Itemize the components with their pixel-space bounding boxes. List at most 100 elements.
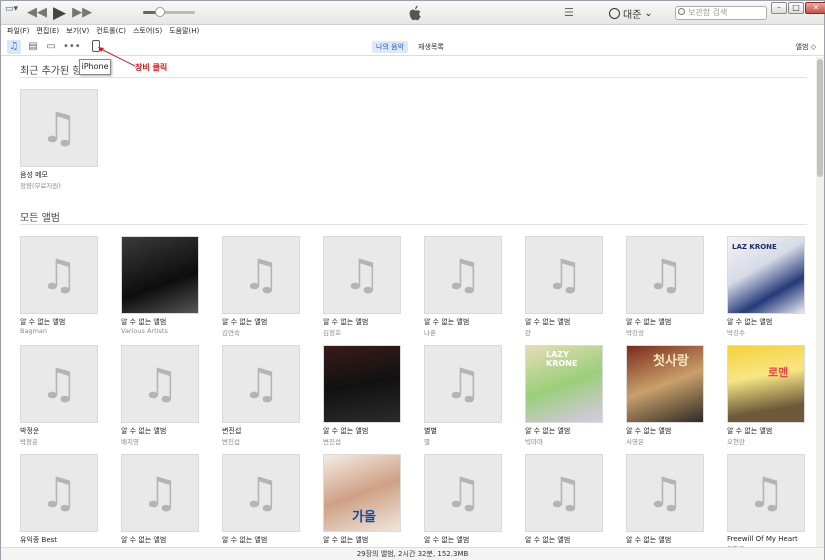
album-artist: 박강성 bbox=[626, 329, 644, 337]
placeholder-artwork[interactable]: ♫ bbox=[727, 454, 805, 532]
album-item[interactable]: ♫ 알 수 없는 앨범배치영 bbox=[121, 345, 199, 446]
album-title: 음성 메모 bbox=[20, 171, 48, 179]
album-item[interactable]: 알 수 없는 앨범 변진섭 bbox=[323, 345, 401, 446]
music-note-icon: ♫ bbox=[242, 359, 280, 408]
album-item[interactable]: ♫ 박정운 박정운 bbox=[20, 345, 98, 446]
album-title: 알 수 없는 앨범 bbox=[323, 427, 369, 435]
album-title: 알 수 없는 앨범 bbox=[323, 318, 369, 326]
album-artist: 김연숙 bbox=[222, 329, 240, 337]
placeholder-artwork[interactable]: ♫ bbox=[424, 236, 502, 314]
music-note-icon: ♫ bbox=[545, 468, 583, 517]
music-note-icon: ♫ bbox=[141, 359, 179, 408]
album-title: 알 수 없는 앨범 bbox=[626, 427, 672, 435]
album-artwork[interactable] bbox=[323, 345, 401, 423]
album-artwork[interactable]: 가을 bbox=[323, 454, 401, 532]
album-item[interactable]: LAZY KRONE 알 수 없는 앨범 빅마마 bbox=[525, 345, 603, 446]
album-item[interactable]: ♫ 알 수 없는 앨범 Bagman bbox=[20, 236, 98, 335]
album-item[interactable]: ♫알 수 없는 앨범유심초 bbox=[222, 454, 300, 547]
placeholder-artwork[interactable]: ♫ bbox=[626, 236, 704, 314]
album-artist: 김정호 bbox=[323, 329, 341, 337]
artwork-text: 가을 bbox=[352, 510, 376, 525]
album-item[interactable]: ♫ 알 수 없는 앨범김연숙 bbox=[222, 236, 300, 337]
album-artist: 변진섭 bbox=[222, 438, 240, 446]
album-artwork[interactable]: 첫사랑 bbox=[626, 345, 704, 423]
album-item[interactable]: ♫알 수 없는 앨범이은미 bbox=[424, 454, 502, 547]
album-title: 유익종 Best bbox=[20, 536, 58, 544]
placeholder-artwork[interactable]: ♫ bbox=[626, 454, 704, 532]
album-title: 알 수 없는 앨범 bbox=[222, 536, 268, 544]
music-note-icon: ♫ bbox=[646, 250, 684, 299]
placeholder-artwork[interactable]: ♫ bbox=[20, 345, 98, 423]
music-note-icon: ♫ bbox=[444, 359, 482, 408]
album-item[interactable]: ♫유익종 Best유익종 bbox=[20, 454, 98, 547]
music-note-icon: ♫ bbox=[40, 250, 78, 299]
music-note-icon: ♫ bbox=[747, 468, 785, 517]
music-note-icon: ♫ bbox=[444, 250, 482, 299]
album-title: 알 수 없는 앨범 bbox=[121, 427, 167, 435]
artwork-text: LAZY KRONE bbox=[546, 350, 578, 368]
album-artwork[interactable]: 로맨 bbox=[727, 345, 805, 423]
placeholder-artwork[interactable]: ♫ bbox=[222, 236, 300, 314]
album-item[interactable]: ♫ 별별 별 bbox=[424, 345, 502, 446]
album-item[interactable]: ♫알 수 없는 앨범이현우 bbox=[525, 454, 603, 547]
album-item[interactable]: ♫Freewill Of My Heart임형주 bbox=[727, 454, 805, 547]
album-item[interactable]: 로맨 알 수 없는 앨범 오현란 bbox=[727, 345, 805, 446]
music-note-icon: ♫ bbox=[242, 250, 280, 299]
album-item[interactable]: ♫ 알 수 없는 앨범박강성 bbox=[626, 236, 704, 337]
album-title: 알 수 없는 앨범 bbox=[323, 536, 369, 544]
placeholder-artwork[interactable]: ♫ bbox=[121, 345, 199, 423]
placeholder-artwork[interactable]: ♫ bbox=[222, 345, 300, 423]
placeholder-artwork[interactable]: ♫ bbox=[222, 454, 300, 532]
album-title: 알 수 없는 앨범 bbox=[424, 318, 470, 326]
album-item[interactable]: ♫ 알 수 없는 앨범 나훈 bbox=[424, 236, 502, 337]
album-title: 알 수 없는 앨범 bbox=[121, 536, 167, 544]
album-item[interactable]: ♫알 수 없는 앨범임재범 bbox=[626, 454, 704, 547]
album-artwork[interactable]: LAZ KRONE bbox=[727, 236, 805, 314]
album-title: 알 수 없는 앨범 bbox=[727, 427, 773, 435]
placeholder-artwork[interactable]: ♫ bbox=[525, 454, 603, 532]
artwork-text: 첫사랑 bbox=[653, 354, 689, 369]
placeholder-artwork[interactable]: ♫ bbox=[20, 89, 98, 167]
album-item[interactable]: 가을알 수 없는 앨범이승철 bbox=[323, 454, 401, 547]
album-artwork[interactable]: LAZY KRONE bbox=[525, 345, 603, 423]
album-item[interactable]: LAZ KRONE 알 수 없는 앨범박강수 bbox=[727, 236, 805, 337]
status-bar: 29장의 앨범, 2시간 32분, 152.3MB bbox=[1, 547, 824, 560]
music-note-icon: ♫ bbox=[141, 468, 179, 517]
album-item[interactable]: ♫ 변진섭 변진섭 bbox=[222, 345, 300, 446]
album-title: 알 수 없는 앨범 bbox=[626, 536, 672, 544]
album-title: 박정운 bbox=[20, 427, 40, 435]
placeholder-artwork[interactable]: ♫ bbox=[525, 236, 603, 314]
album-title: 별별 bbox=[424, 427, 437, 435]
placeholder-artwork[interactable]: ♫ bbox=[20, 454, 98, 532]
music-note-icon: ♫ bbox=[40, 468, 78, 517]
album-artwork[interactable] bbox=[121, 236, 199, 314]
placeholder-artwork[interactable]: ♫ bbox=[424, 454, 502, 532]
album-artist: 배치영 bbox=[121, 438, 139, 446]
album-artist: 빅마마 bbox=[525, 438, 543, 446]
artwork-text: 로맨 bbox=[768, 366, 789, 379]
album-title: 알 수 없는 앨범 bbox=[20, 318, 66, 326]
album-artist: 란 bbox=[525, 329, 531, 337]
album-title: 알 수 없는 앨범 bbox=[626, 318, 672, 326]
vertical-scrollbar[interactable] bbox=[816, 57, 824, 547]
placeholder-artwork[interactable]: ♫ bbox=[424, 345, 502, 423]
album-item[interactable]: ♫ 알 수 없는 앨범김정호 bbox=[323, 236, 401, 337]
placeholder-artwork[interactable]: ♫ bbox=[323, 236, 401, 314]
album-item[interactable]: 알 수 없는 앨범 Various Artists bbox=[121, 236, 199, 335]
music-note-icon: ♫ bbox=[545, 250, 583, 299]
placeholder-artwork[interactable]: ♫ bbox=[20, 236, 98, 314]
album-item[interactable]: 첫사랑 알 수 없는 앨범 서영은 bbox=[626, 345, 704, 446]
album-item[interactable]: ♫ 알 수 없는 앨범 란 bbox=[525, 236, 603, 337]
device-tooltip: iPhone bbox=[79, 59, 111, 75]
album-artist: Various Artists bbox=[121, 327, 168, 335]
album-item[interactable]: ♫알 수 없는 앨범유익종 bbox=[121, 454, 199, 547]
album-title: Freewill Of My Heart bbox=[727, 535, 798, 543]
placeholder-artwork[interactable]: ♫ bbox=[121, 454, 199, 532]
album-artist: 박정운 bbox=[20, 438, 38, 446]
album-item[interactable]: ♫ 음성 메모 정량(무료자원) bbox=[20, 89, 98, 190]
album-artist: 박강수 bbox=[727, 329, 745, 337]
artwork-text: LAZ KRONE bbox=[732, 243, 777, 251]
album-title: 알 수 없는 앨범 bbox=[222, 318, 268, 326]
album-title: 알 수 없는 앨범 bbox=[727, 318, 773, 326]
all-albums-section-title: 모든 앨범 bbox=[20, 213, 60, 224]
